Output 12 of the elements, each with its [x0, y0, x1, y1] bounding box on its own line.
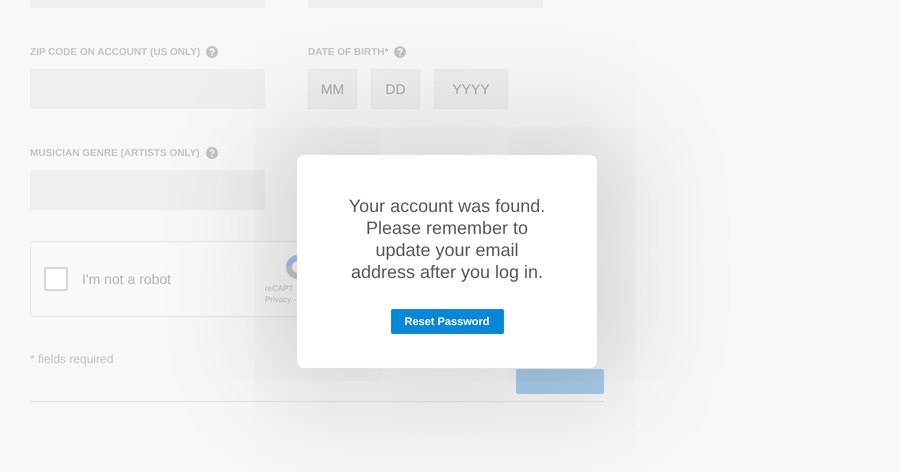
date-field[interactable]: YYYY: [434, 69, 508, 109]
submit-button[interactable]: [516, 369, 604, 394]
captcha-checkbox[interactable]: [44, 267, 68, 291]
dialog-message: Your account was found. Please remember to update your email address after you log in.: [348, 195, 546, 283]
date-field[interactable]: DD: [371, 69, 420, 109]
help-icon[interactable]: [206, 46, 218, 58]
reset-password-button[interactable]: Reset Password: [390, 309, 504, 334]
help-icon[interactable]: [394, 46, 406, 58]
help-icon[interactable]: [206, 147, 218, 159]
input-field[interactable]: [30, 170, 265, 210]
captcha-label: I'm not a robot: [82, 271, 172, 287]
date-field[interactable]: MM: [308, 69, 357, 109]
